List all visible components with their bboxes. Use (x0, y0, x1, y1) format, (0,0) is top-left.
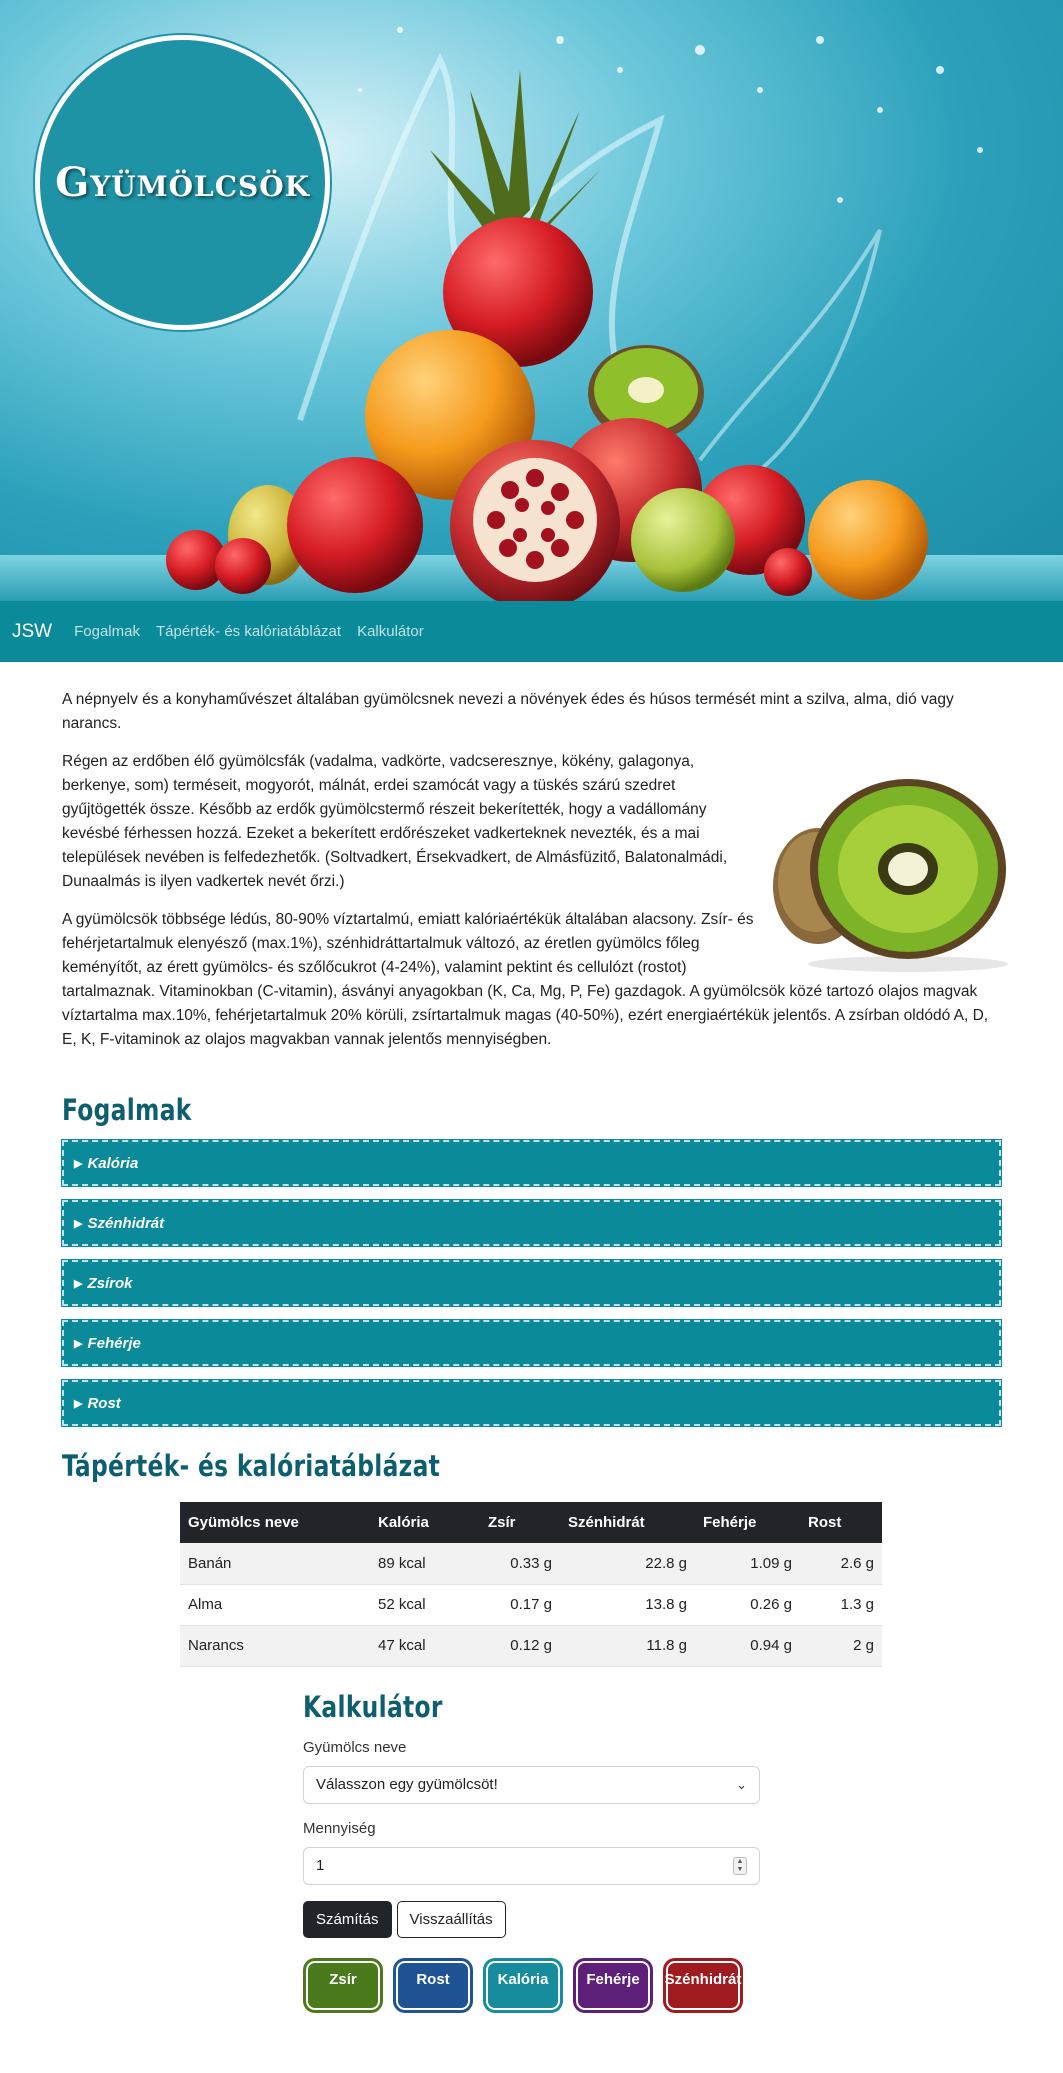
nav-link-concepts[interactable]: Fogalmak (74, 623, 140, 640)
chip-fiber: Rost (393, 1957, 473, 2013)
accordion-fiber[interactable]: ▶ Rost (61, 1379, 1002, 1427)
fruit-select-label: Gyümölcs neve (303, 1738, 407, 1756)
accordion-label: Kalória (87, 1154, 139, 1172)
chip-label: Fehérje (576, 1960, 650, 2010)
table-cell: 2 g (800, 1625, 882, 1667)
table-header-row: Gyümölcs neve Kalória Zsír Szénhidrát Fe… (180, 1502, 882, 1543)
intro-paragraph-1: A népnyelv és a konyhaművészet általában… (62, 691, 954, 732)
fruit-select[interactable]: Válasszon egy gyümölcsöt! ⌄ (303, 1765, 760, 1804)
number-spinner-icon[interactable]: ▲ ▼ (733, 1856, 747, 1875)
column-header: Rost (800, 1502, 882, 1543)
navbar: JSW Fogalmak Tápérték- és kalóriatábláza… (0, 601, 1063, 662)
table-cell: 89 kcal (370, 1543, 480, 1585)
expand-triangle-icon: ▶ (74, 1337, 83, 1350)
table-cell: 0.33 g (480, 1543, 560, 1585)
table-row: Narancs 47 kcal 0.12 g 11.8 g 0.94 g 2 g (180, 1625, 882, 1667)
accordion-label: Zsírok (87, 1274, 133, 1292)
chevron-down-icon: ⌄ (736, 1776, 747, 1792)
kiwi-image (773, 779, 1008, 972)
calculator-section: Kalkulátor Gyümölcs neve Válasszon egy g… (0, 1667, 1063, 2013)
chip-label: Szénhidrát (665, 1960, 741, 2010)
table-cell: 2.6 g (800, 1543, 882, 1585)
table-cell: 0.12 g (480, 1625, 560, 1667)
fruit-select-value: Válasszon egy gyümölcsöt! (316, 1776, 498, 1793)
chip-carbohydrate: Szénhidrát (663, 1957, 743, 2013)
table-cell: 22.8 g (560, 1543, 695, 1585)
hero-banner: Gyümölcsök (0, 0, 1063, 601)
table-cell: Narancs (180, 1625, 370, 1667)
expand-triangle-icon: ▶ (74, 1157, 83, 1170)
accordion-label: Fehérje (87, 1334, 141, 1352)
chip-fat: Zsír (303, 1957, 383, 2013)
intro-section: A népnyelv és a konyhaművészet általában… (0, 662, 1063, 1052)
expand-triangle-icon: ▶ (74, 1277, 83, 1290)
column-header: Fehérje (695, 1502, 800, 1543)
amount-value: 1 (316, 1857, 325, 1874)
concepts-heading: Fogalmak (62, 1094, 192, 1128)
concepts-section: Fogalmak ▶ Kalória ▶ Szénhidrát ▶ Zsírok ▶ F… (0, 1066, 1063, 1427)
chip-label: Kalória (486, 1960, 560, 2010)
table-cell: 0.26 g (695, 1584, 800, 1626)
column-header: Gyümölcs neve (180, 1502, 370, 1543)
table-cell: Alma (180, 1584, 370, 1626)
table-cell: 1.3 g (800, 1584, 882, 1626)
accordion-carbohydrate[interactable]: ▶ Szénhidrát (61, 1199, 1002, 1247)
accordion-fats[interactable]: ▶ Zsírok (61, 1259, 1002, 1307)
accordion-calorie[interactable]: ▶ Kalória (61, 1139, 1002, 1187)
calculate-button[interactable]: Számítás (303, 1900, 392, 1938)
table-row: Alma 52 kcal 0.17 g 13.8 g 0.26 g 1.3 g (180, 1584, 882, 1626)
reset-button[interactable]: Visszaállítás (396, 1900, 506, 1938)
column-header: Kalória (370, 1502, 480, 1543)
chip-calorie: Kalória (483, 1957, 563, 2013)
table-cell: 47 kcal (370, 1625, 480, 1667)
page-title: Gyümölcsök (55, 159, 310, 206)
amount-label: Mennyiség (303, 1819, 376, 1837)
table-cell: 13.8 g (560, 1584, 695, 1626)
table-cell: 52 kcal (370, 1584, 480, 1626)
accordion-protein[interactable]: ▶ Fehérje (61, 1319, 1002, 1367)
brand-link[interactable]: JSW (12, 621, 52, 643)
column-header: Szénhidrát (560, 1502, 695, 1543)
hero-title-badge: Gyümölcsök (35, 35, 330, 330)
chip-label: Rost (396, 1960, 470, 2010)
table-row: Banán 89 kcal 0.33 g 22.8 g 1.09 g 2.6 g (180, 1543, 882, 1585)
table-cell: 1.09 g (695, 1543, 800, 1585)
nutrition-heading: Tápérték- és kalóriatáblázat (62, 1450, 441, 1484)
nutrient-result-chips: Zsír Rost Kalória Fehérje Szénhidrát (303, 1957, 1063, 2013)
chip-label: Zsír (306, 1960, 380, 2010)
accordion-label: Rost (87, 1394, 121, 1412)
table-cell: 0.17 g (480, 1584, 560, 1626)
nav-link-calculator[interactable]: Kalkulátor (357, 623, 424, 640)
nutrition-table: Gyümölcs neve Kalória Zsír Szénhidrát Fe… (180, 1502, 882, 1667)
column-header: Zsír (480, 1502, 560, 1543)
chip-protein: Fehérje (573, 1957, 653, 2013)
expand-triangle-icon: ▶ (74, 1397, 83, 1410)
table-cell: 0.94 g (695, 1625, 800, 1667)
expand-triangle-icon: ▶ (74, 1217, 83, 1230)
table-cell: Banán (180, 1543, 370, 1585)
accordion-label: Szénhidrát (87, 1214, 165, 1232)
nutrition-section: Tápérték- és kalóriatáblázat Gyümölcs ne… (0, 1426, 1063, 1667)
calculator-heading: Kalkulátor (303, 1690, 443, 1725)
table-cell: 11.8 g (560, 1625, 695, 1667)
amount-input[interactable]: 1 ▲ ▼ (303, 1846, 760, 1885)
nav-link-nutrition-table[interactable]: Tápérték- és kalóriatáblázat (156, 623, 341, 640)
